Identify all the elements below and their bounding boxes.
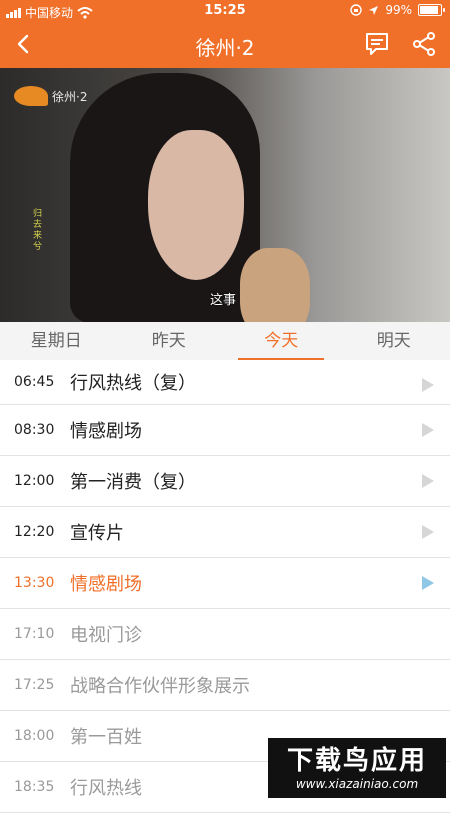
channel-logo: 徐州·2: [14, 86, 87, 106]
tab-today[interactable]: 今天: [225, 322, 338, 360]
battery-fill: [420, 6, 438, 14]
video-plush-toy: [240, 248, 310, 322]
program-name: 行风热线: [70, 774, 142, 800]
program-name: 情感剧场: [70, 417, 142, 443]
play-icon[interactable]: [422, 474, 434, 488]
program-name: 电视门诊: [70, 621, 142, 647]
play-icon[interactable]: [422, 525, 434, 539]
program-name: 战略合作伙伴形象展示: [70, 672, 250, 698]
schedule-row[interactable]: 12:00 第一消费（复）: [0, 456, 450, 507]
channel-logo-mark: [14, 86, 48, 106]
play-icon[interactable]: [422, 576, 434, 590]
rotation-lock-icon: [350, 4, 362, 16]
program-name: 情感剧场: [70, 570, 142, 596]
program-time: 18:35: [0, 779, 70, 795]
schedule-row-current[interactable]: 13:30 情感剧场: [0, 558, 450, 609]
program-time: 13:30: [0, 575, 70, 591]
nav-bar: 徐州·2: [0, 22, 450, 68]
program-name: 宣传片: [70, 519, 124, 545]
tab-yesterday[interactable]: 昨天: [113, 322, 226, 360]
video-person-face: [148, 130, 244, 280]
tab-tomorrow[interactable]: 明天: [338, 322, 450, 360]
tab-sunday[interactable]: 星期日: [0, 322, 113, 360]
program-time: 12:00: [0, 473, 70, 489]
schedule-row[interactable]: 06:45 行风热线（复）: [0, 360, 450, 405]
program-time: 17:10: [0, 626, 70, 642]
share-icon[interactable]: [412, 31, 436, 57]
play-icon[interactable]: [422, 423, 434, 437]
program-name: 第一百姓: [70, 723, 142, 749]
program-name: 行风热线（复）: [70, 369, 196, 395]
program-vertical-title: 归去来兮: [30, 208, 43, 252]
program-time: 12:20: [0, 524, 70, 540]
status-right: 99%: [350, 3, 442, 17]
video-player[interactable]: 徐州·2 归去来兮 这事: [0, 68, 450, 322]
schedule-row[interactable]: 08:30 情感剧场: [0, 405, 450, 456]
battery-icon: [418, 4, 442, 16]
schedule-row[interactable]: 12:20 宣传片: [0, 507, 450, 558]
program-time: 06:45: [0, 374, 70, 390]
site-watermark: 下载鸟应用 www.xiazainiao.com: [268, 738, 446, 798]
program-time: 17:25: [0, 677, 70, 693]
channel-logo-text: 徐州·2: [52, 88, 87, 105]
comment-icon[interactable]: [364, 31, 390, 57]
battery-percent: 99%: [385, 3, 412, 17]
watermark-title: 下载鸟应用: [268, 740, 446, 777]
video-subtitle: 这事: [210, 289, 236, 308]
status-bar: 中国移动 15:25 99%: [0, 0, 450, 22]
day-tabs: 星期日 昨天 今天 明天: [0, 322, 450, 360]
program-time: 08:30: [0, 422, 70, 438]
play-icon[interactable]: [422, 378, 434, 392]
location-icon: [368, 5, 379, 16]
schedule-row[interactable]: 17:25 战略合作伙伴形象展示: [0, 660, 450, 711]
watermark-url: www.xiazainiao.com: [268, 777, 446, 791]
program-name: 第一消费（复）: [70, 468, 196, 494]
program-time: 18:00: [0, 728, 70, 744]
schedule-row[interactable]: 17:10 电视门诊: [0, 609, 450, 660]
